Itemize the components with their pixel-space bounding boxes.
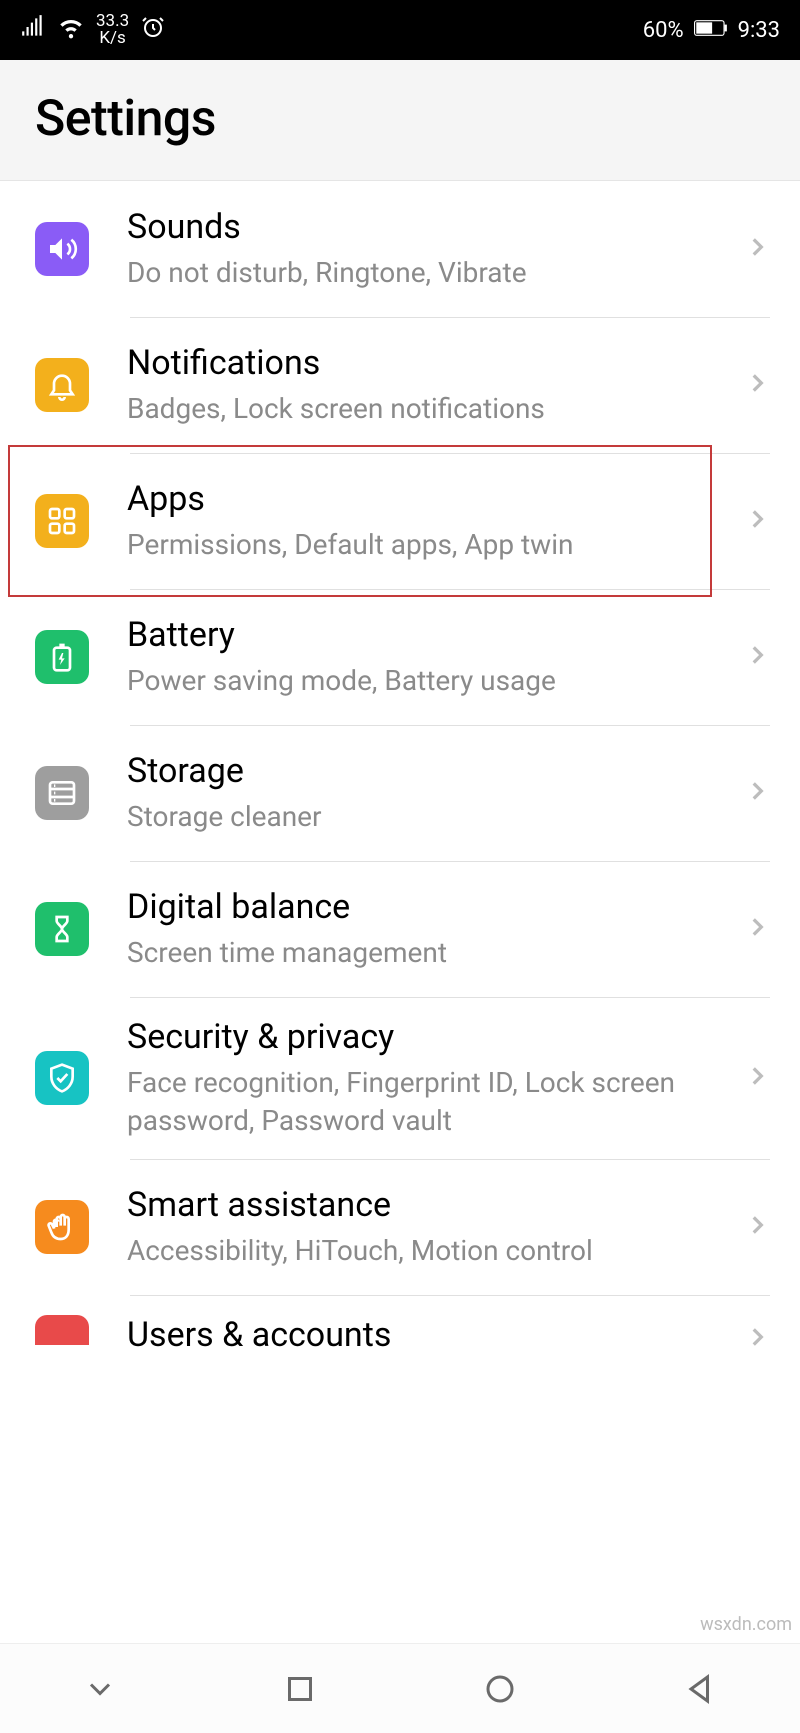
battery-item-icon [35,630,89,684]
item-title: Apps [127,479,732,520]
alarm-icon [141,15,165,45]
settings-item-battery[interactable]: Battery Power saving mode, Battery usage [0,589,800,725]
storage-icon [35,766,89,820]
page-title: Settings [35,90,765,148]
status-left: 33.3K/s [20,13,165,47]
hourglass-icon [35,902,89,956]
item-subtitle: Storage cleaner [127,798,732,836]
chevron-right-icon [744,1212,770,1242]
settings-item-sounds[interactable]: Sounds Do not disturb, Ringtone, Vibrate [0,181,800,317]
apps-icon [35,494,89,548]
item-title: Notifications [127,343,732,384]
item-title: Digital balance [127,887,732,928]
battery-percentage: 60% [643,18,684,43]
battery-icon [694,18,728,43]
network-speed: 33.3K/s [96,13,129,47]
nav-back[interactable] [670,1671,730,1707]
hand-icon [35,1200,89,1254]
settings-item-users-accounts[interactable]: Users & accounts [0,1295,800,1362]
watermark: wsxdn.com [700,1614,792,1635]
chevron-right-icon [744,642,770,672]
item-subtitle: Do not disturb, Ringtone, Vibrate [127,254,732,292]
signal-icon [20,14,46,46]
settings-item-digital-balance[interactable]: Digital balance Screen time management [0,861,800,997]
item-subtitle: Screen time management [127,934,732,972]
item-subtitle: Badges, Lock screen notifications [127,390,732,428]
chevron-right-icon [744,506,770,536]
sound-icon [35,222,89,276]
nav-hide-keyboard[interactable] [70,1671,130,1707]
clock-time: 9:33 [738,18,780,43]
wifi-icon [58,14,84,46]
item-title: Security & privacy [127,1017,732,1058]
nav-home[interactable] [470,1671,530,1707]
item-subtitle: Permissions, Default apps, App twin [127,526,732,564]
settings-item-security-privacy[interactable]: Security & privacy Face recognition, Fin… [0,997,800,1159]
users-icon [35,1315,89,1345]
navigation-bar [0,1643,800,1733]
chevron-right-icon [744,778,770,808]
item-title: Sounds [127,207,732,248]
chevron-right-icon [744,234,770,264]
item-subtitle: Accessibility, HiTouch, Motion control [127,1232,732,1270]
chevron-right-icon [744,370,770,400]
settings-item-smart-assistance[interactable]: Smart assistance Accessibility, HiTouch,… [0,1159,800,1295]
item-subtitle: Face recognition, Fingerprint ID, Lock s… [127,1064,732,1140]
item-title: Smart assistance [127,1185,732,1226]
chevron-right-icon [744,1063,770,1093]
chevron-right-icon [744,914,770,944]
settings-header: Settings [0,60,800,181]
settings-list: Sounds Do not disturb, Ringtone, Vibrate… [0,181,800,1362]
status-bar: 33.3K/s 60% 9:33 [0,0,800,60]
settings-item-storage[interactable]: Storage Storage cleaner [0,725,800,861]
item-title: Storage [127,751,732,792]
shield-icon [35,1051,89,1105]
item-title: Battery [127,615,732,656]
item-title: Users & accounts [127,1315,732,1356]
chevron-right-icon [744,1324,770,1354]
status-right: 60% 9:33 [643,18,780,43]
item-subtitle: Power saving mode, Battery usage [127,662,732,700]
settings-item-notifications[interactable]: Notifications Badges, Lock screen notifi… [0,317,800,453]
nav-recent[interactable] [270,1671,330,1707]
bell-icon [35,358,89,412]
settings-item-apps[interactable]: Apps Permissions, Default apps, App twin [0,453,800,589]
